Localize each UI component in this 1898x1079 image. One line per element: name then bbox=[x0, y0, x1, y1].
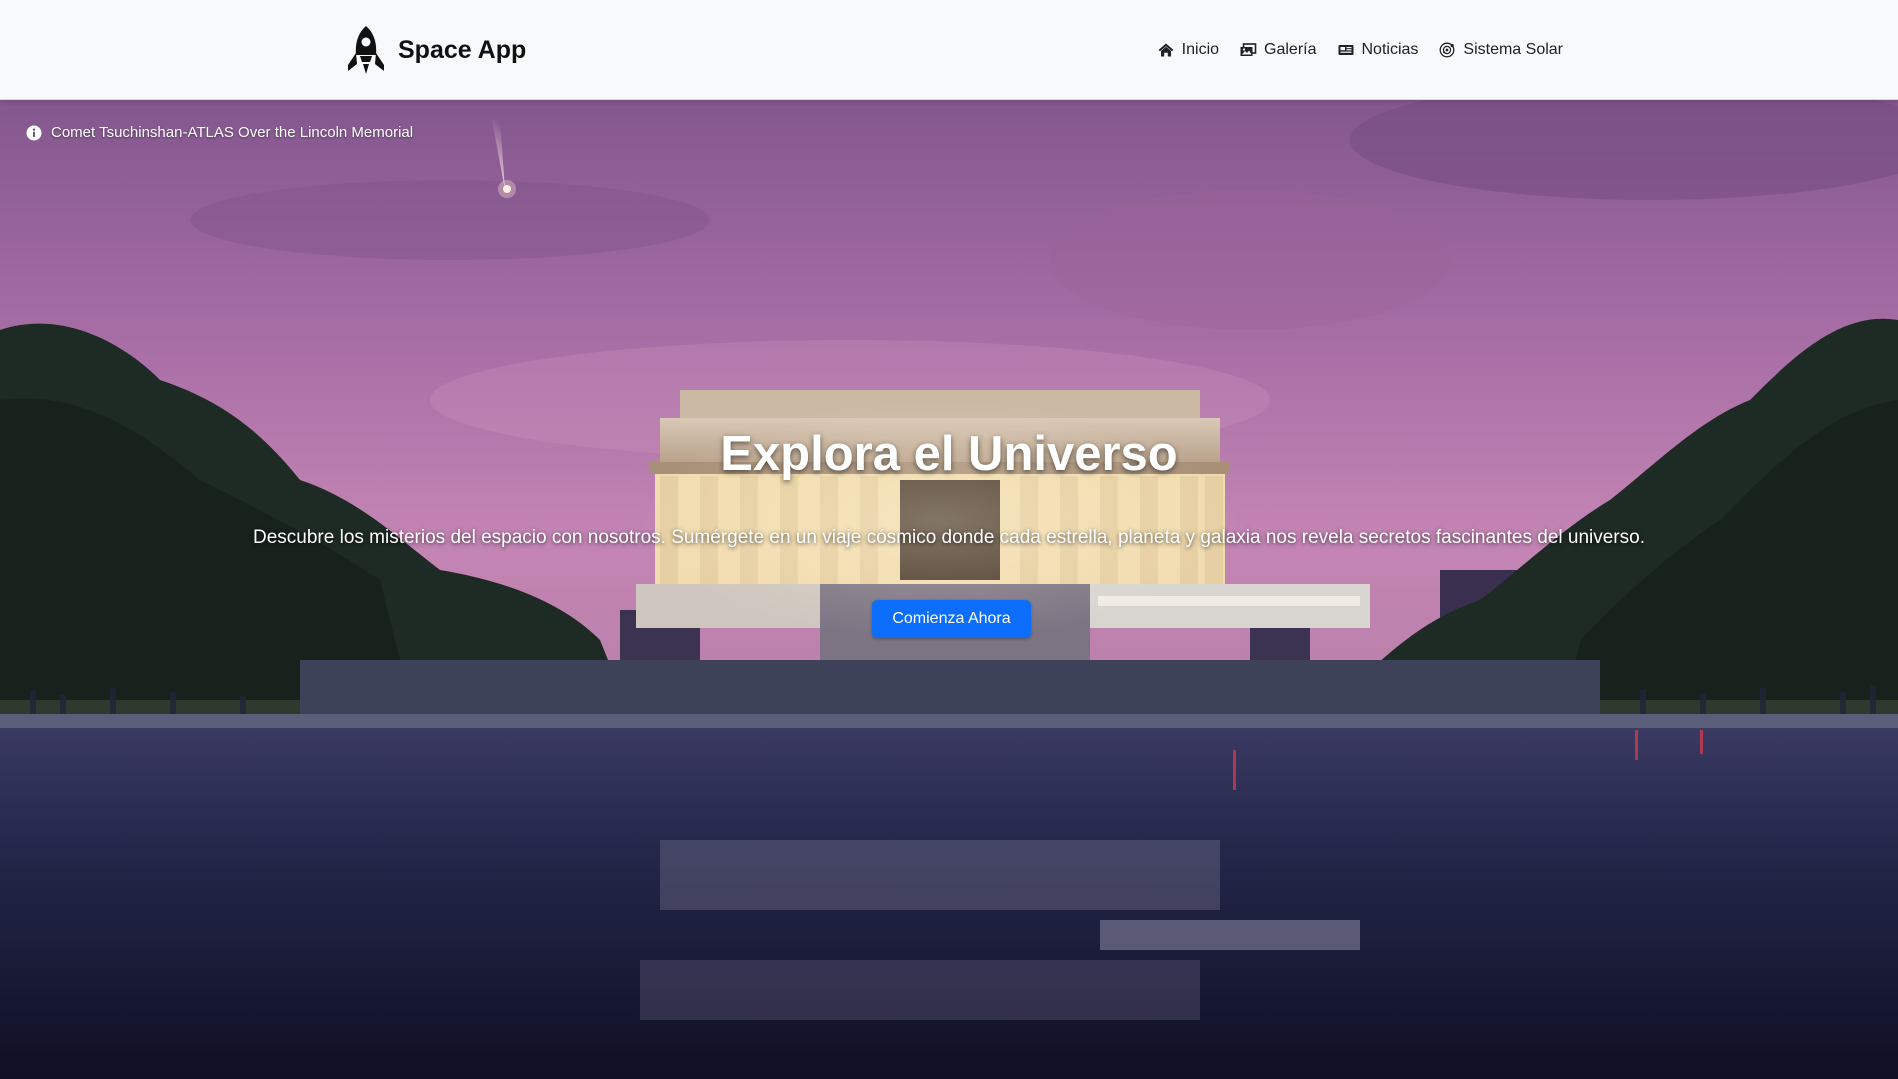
navbar: Space App Inicio Galería Noticias Sistem… bbox=[0, 0, 1898, 100]
nav-link-label: Galería bbox=[1264, 41, 1317, 58]
nav-link-inicio[interactable]: Inicio bbox=[1157, 41, 1219, 59]
rocket-icon bbox=[348, 26, 384, 74]
get-started-button[interactable]: Comienza Ahora bbox=[872, 600, 1031, 638]
hero-subtitle: Descubre los misterios del espacio con n… bbox=[253, 527, 1645, 548]
nav-links: Inicio Galería Noticias Sistema Solar bbox=[1157, 0, 1563, 100]
brand-title: Space App bbox=[398, 35, 527, 64]
nav-link-label: Inicio bbox=[1181, 41, 1220, 58]
brand-link[interactable]: Space App bbox=[344, 22, 526, 78]
hero-background-image bbox=[0, 100, 1898, 1079]
hero-title: Explora el Universo bbox=[720, 427, 1178, 481]
newspaper-icon bbox=[1338, 45, 1353, 55]
image-caption-text: Comet Tsuchinshan-ATLAS Over the Lincoln… bbox=[51, 124, 414, 141]
hero-section: Comet Tsuchinshan-ATLAS Over the Lincoln… bbox=[0, 100, 1898, 1079]
images-icon bbox=[1240, 43, 1257, 56]
nav-link-sistema-solar[interactable]: Sistema Solar bbox=[1438, 41, 1563, 59]
nav-link-label: Noticias bbox=[1361, 41, 1419, 58]
image-caption: Comet Tsuchinshan-ATLAS Over the Lincoln… bbox=[26, 124, 413, 141]
solar-system-icon bbox=[1439, 42, 1455, 58]
nav-link-galeria[interactable]: Galería bbox=[1239, 41, 1317, 59]
home-icon bbox=[1158, 43, 1174, 57]
nav-link-noticias[interactable]: Noticias bbox=[1337, 41, 1419, 59]
nav-link-label: Sistema Solar bbox=[1463, 41, 1563, 58]
info-icon bbox=[26, 125, 42, 140]
